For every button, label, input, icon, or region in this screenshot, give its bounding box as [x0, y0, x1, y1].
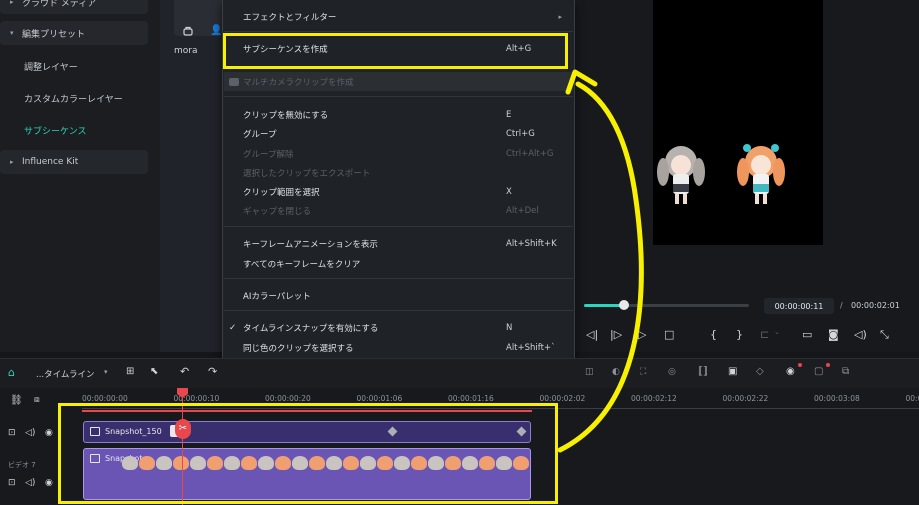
annotation-arrow [557, 69, 644, 453]
